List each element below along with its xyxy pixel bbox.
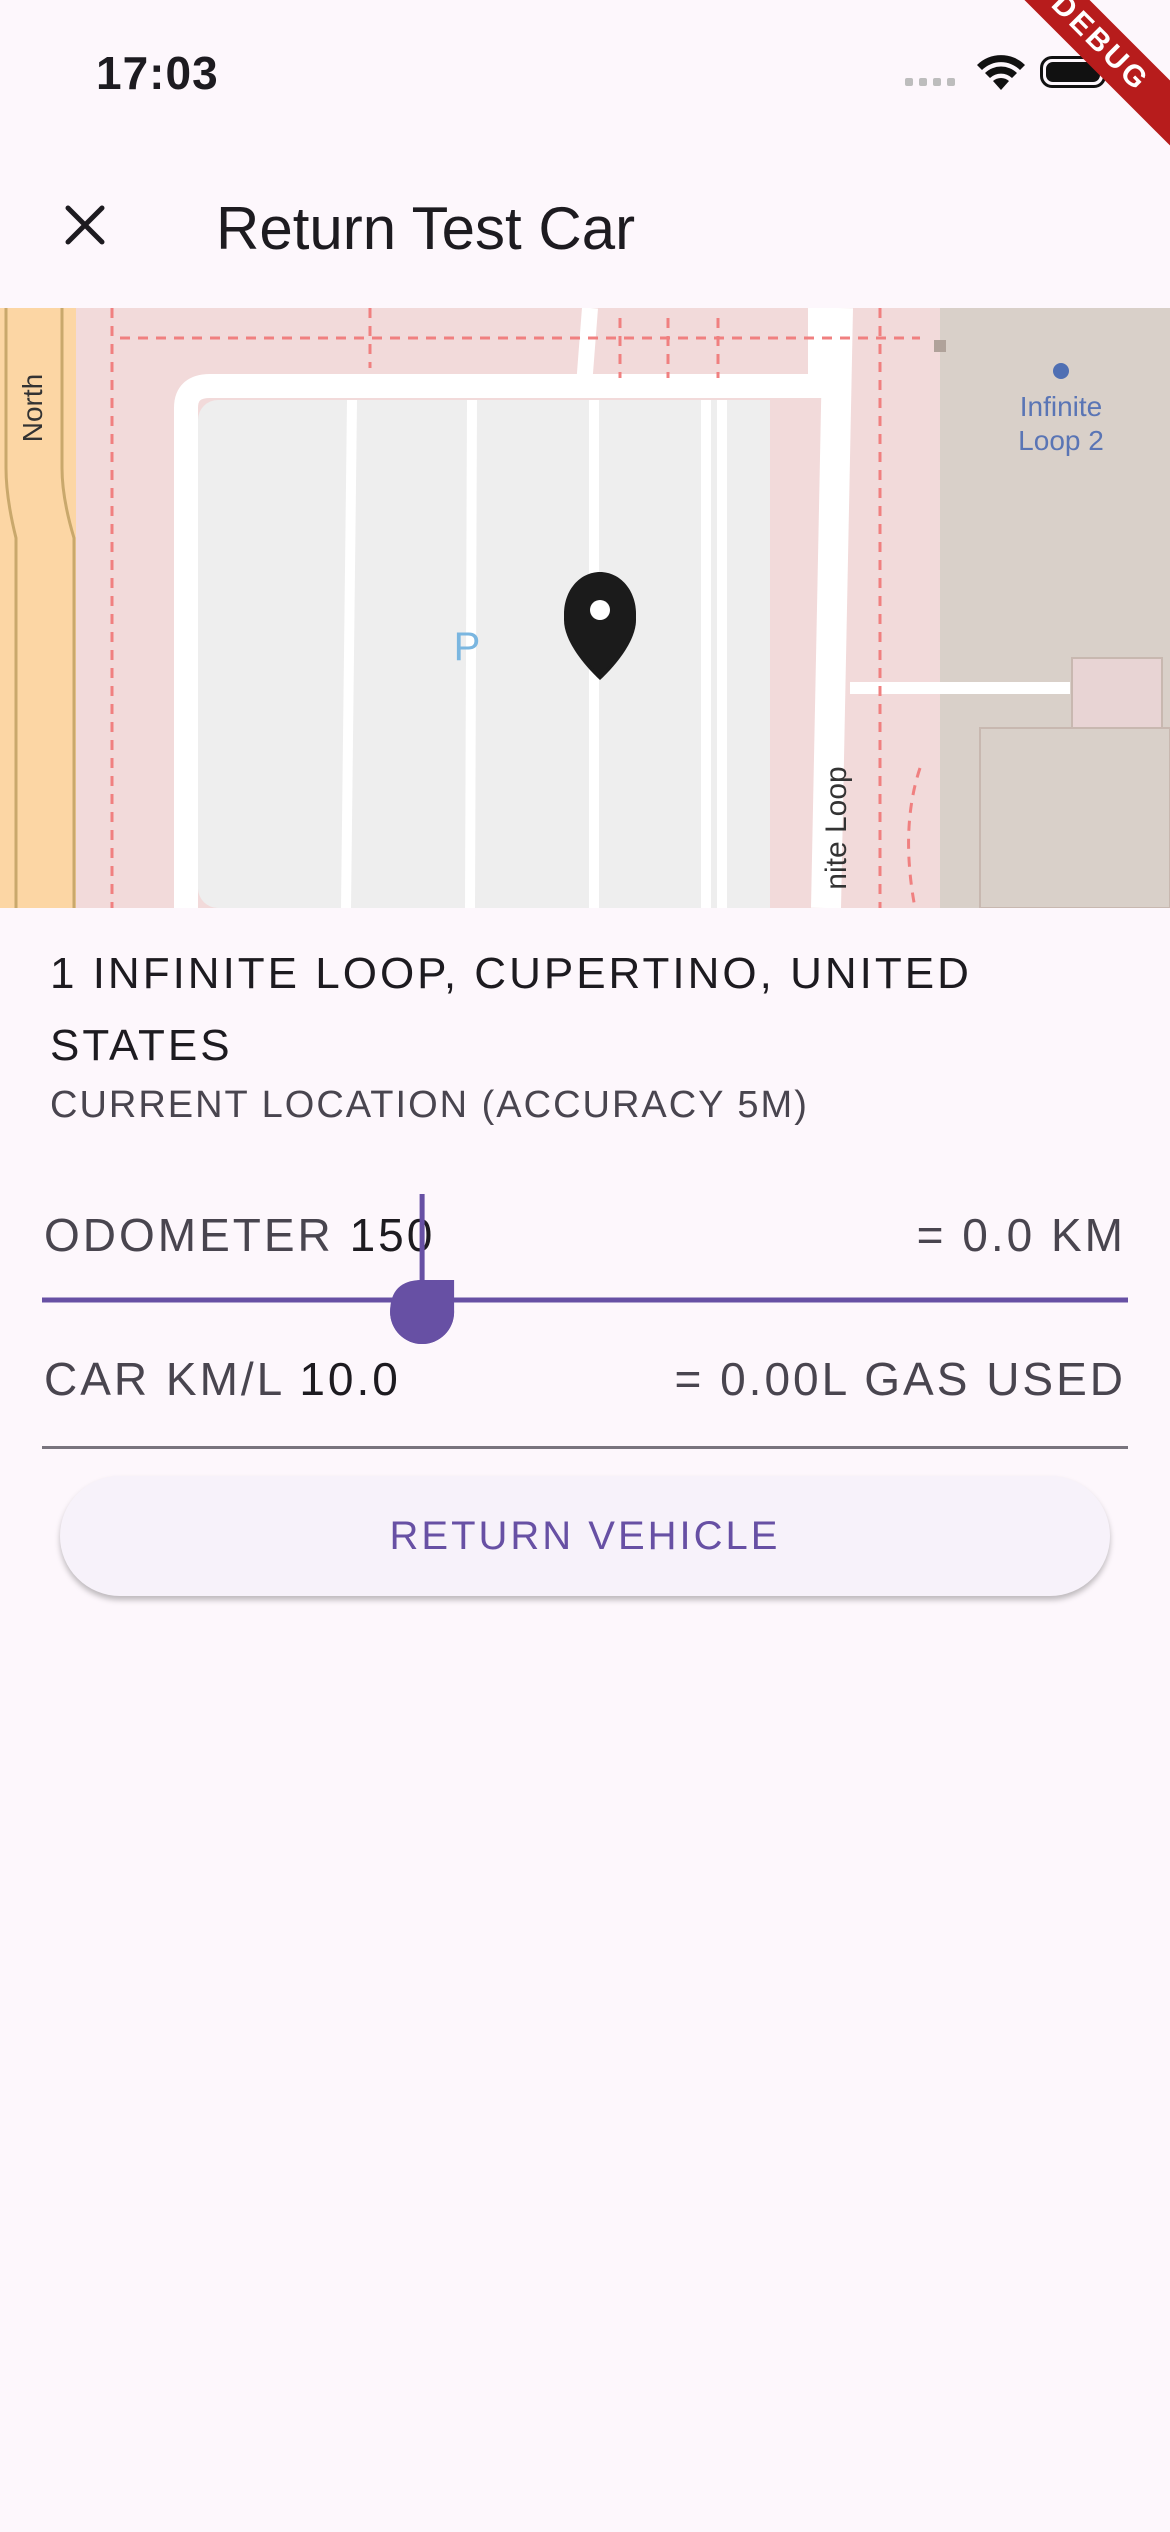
odometer-slider[interactable] <box>42 1190 1128 1350</box>
slider-thumb[interactable] <box>390 1194 455 1344</box>
wifi-icon <box>977 55 1025 90</box>
cellular-signal-icon <box>905 78 955 86</box>
close-icon[interactable] <box>50 190 120 260</box>
return-vehicle-button[interactable]: RETURN VEHICLE <box>60 1476 1110 1596</box>
car-kml-row[interactable]: CAR KM/L 10.0 = 0.00L GAS USED <box>44 1352 1126 1406</box>
map-label-building-line1: Infinite <box>1020 391 1103 422</box>
location-accuracy-text: CURRENT LOCATION (ACCURACY 5M) <box>50 1084 809 1126</box>
map-label-building-line2: Loop 2 <box>1018 425 1104 456</box>
page-title: Return Test Car <box>216 195 636 262</box>
map-tiles: North Infinite Loop 2 P nite Loop <box>0 308 1170 908</box>
car-kml-value[interactable]: 10.0 <box>299 1353 401 1405</box>
address-text: 1 INFINITE LOOP, CUPERTINO, UNITED STATE… <box>50 949 972 1070</box>
status-bar: 17:03 <box>0 0 1170 150</box>
map-label-road-loop: nite Loop <box>820 766 853 889</box>
gas-used-text: = 0.00L GAS USED <box>674 1353 1126 1405</box>
car-kml-underline <box>42 1446 1128 1449</box>
car-kml-label: CAR KM/L <box>44 1353 300 1405</box>
map-label-north: North <box>17 374 48 442</box>
app-bar: Return Test Car <box>0 150 1170 308</box>
map-label-parking: P <box>454 625 481 669</box>
map-view[interactable]: North Infinite Loop 2 P nite Loop <box>0 308 1170 908</box>
status-time: 17:03 <box>96 47 219 99</box>
